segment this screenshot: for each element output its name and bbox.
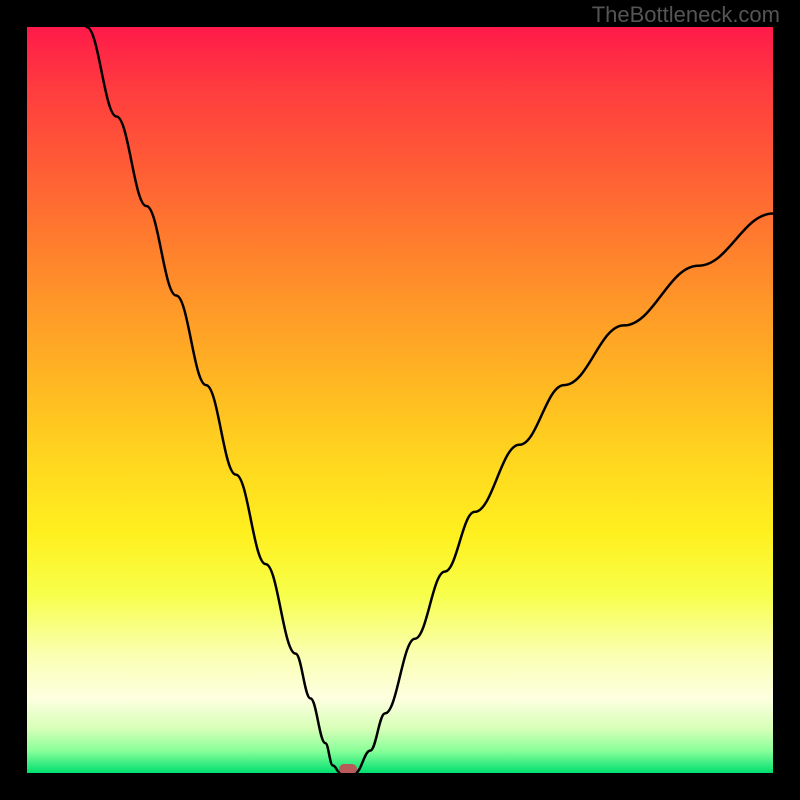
watermark-text: TheBottleneck.com [592, 2, 780, 28]
chart-svg [27, 27, 773, 773]
curve-left [87, 27, 341, 773]
curve-right [355, 214, 773, 774]
plot-area [27, 27, 773, 773]
marker-dot [339, 764, 357, 773]
